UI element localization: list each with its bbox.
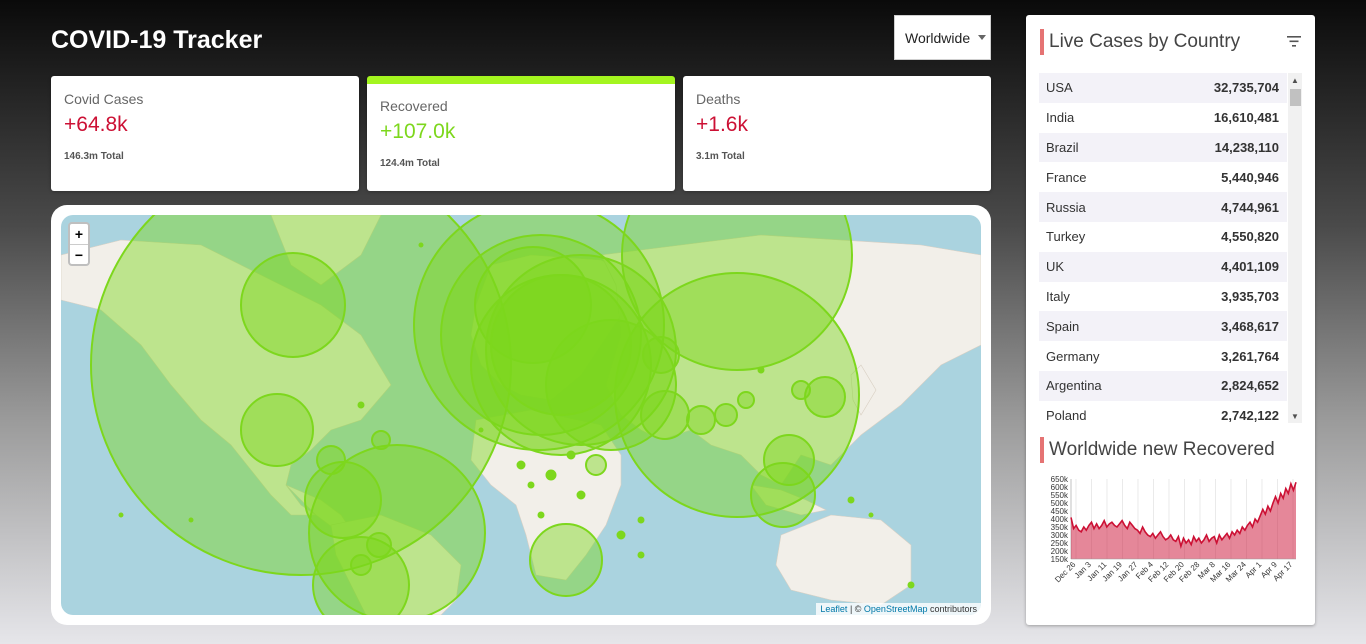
country-name: Germany [1046,348,1100,364]
country-select-value: Worldwide [905,29,971,46]
poland-circle [490,274,632,416]
country-name: France [1046,169,1087,185]
colombia-circle [304,461,382,539]
table-row[interactable]: France 5,440,946 [1039,162,1287,192]
country-cases: 14,238,110 [1214,139,1279,155]
table-row[interactable]: USA 32,735,704 [1039,73,1287,103]
country-name: Brazil [1046,139,1079,155]
live-cases-title: Live Cases by Country [1040,29,1240,55]
cases-card-title: Covid Cases [64,91,144,107]
south-africa-circle [529,523,603,597]
recovered-card-value: +107.0k [380,120,456,143]
cases-card[interactable]: Covid Cases +64.8k 146.3m Total [51,76,359,191]
country-name: Argentina [1046,378,1102,394]
country-cases: 16,610,481 [1213,110,1279,126]
bolivia-circle [350,554,372,576]
ukraine-circle [642,336,680,374]
chile-circle [366,532,392,558]
japan-circle [804,376,846,418]
country-cases: 4,744,961 [1221,199,1279,215]
country-name: USA [1046,80,1073,96]
country-cases: 2,824,652 [1221,378,1279,394]
kenya-circle [585,454,607,476]
table-row[interactable]: Italy 3,935,703 [1039,282,1287,312]
table-rows: USA 32,735,704 India 16,610,481 Brazil 14,238… [1039,73,1287,423]
map-canvas[interactable] [61,215,981,615]
recovered-card-title: Recovered [380,98,448,114]
korea-circle [791,380,811,400]
table-row[interactable]: Poland 2,742,122 [1039,401,1287,423]
scroll-up-icon[interactable]: ▲ [1288,73,1302,87]
recovered-line-chart: 650k600k550k500k450k400k350k300k250k200k… [1051,475,1297,584]
zoom-out-button[interactable]: − [70,244,88,264]
country-name: Italy [1046,288,1070,304]
scroll-down-icon[interactable]: ▼ [1288,409,1302,423]
country-cases: 5,440,946 [1221,169,1279,185]
y-tick-label: 150k [1051,555,1069,564]
country-name: Turkey [1046,229,1086,245]
x-tick-label: Apr 1 [1244,560,1264,580]
cases-card-value: +64.8k [64,113,128,136]
country-name: Russia [1046,199,1086,215]
app-title: COVID-19 Tracker [51,26,263,54]
venezuela-circle [371,430,391,450]
pakistan-circle [686,405,716,435]
attribution-suffix: contributors [927,604,977,614]
worldwide-recovered-title: Worldwide new Recovered [1040,437,1275,463]
cases-circles [90,215,860,615]
table-row[interactable]: Germany 3,261,764 [1039,341,1287,371]
country-cases: 3,261,764 [1221,348,1279,364]
zoom-control: + − [68,222,90,266]
side-panel: Live Cases by Country USA 32,735,704 India… [1026,15,1315,625]
recovered-card[interactable]: Recovered +107.0k 124.4m Total [367,76,675,191]
country-name: UK [1046,259,1065,275]
mexico-circle [240,393,314,467]
table-row[interactable]: Spain 3,468,617 [1039,311,1287,342]
scroll-thumb[interactable] [1289,89,1301,106]
country-cases: 3,935,703 [1221,288,1279,304]
nepal-circle [737,391,755,409]
country-cases: 4,401,109 [1221,259,1279,275]
deaths-card-title: Deaths [696,91,741,107]
table-row[interactable]: India 16,610,481 [1039,103,1287,133]
recovered-card-total: 124.4m Total [380,158,440,169]
attribution-sep: | © [847,604,864,614]
deaths-card-value: +1.6k [696,113,748,136]
country-cases: 32,735,704 [1213,80,1279,96]
map-attribution: Leaflet | © OpenStreetMap contributors [816,603,981,615]
cases-card-total: 146.3m Total [64,151,124,162]
country-cases: 2,742,122 [1221,408,1279,423]
country-name: Spain [1046,318,1080,334]
live-cases-table[interactable]: USA 32,735,704 India 16,610,481 Brazil 14,238… [1039,73,1302,423]
country-name: Poland [1046,408,1087,423]
country-name: India [1046,110,1075,126]
caret-down-icon [978,35,987,40]
country-cases: 4,550,820 [1221,229,1279,245]
table-row[interactable]: Turkey 4,550,820 [1039,222,1287,252]
table-scrollbar[interactable]: ▲ ▼ [1288,73,1302,423]
filter-icon[interactable] [1287,36,1301,47]
country-select[interactable]: Worldwide [894,15,991,60]
world-map[interactable]: + − Leaflet | © OpenStreetMap contributo… [61,215,981,615]
table-row[interactable]: Russia 4,744,961 [1039,192,1287,222]
table-row[interactable]: Brazil 14,238,110 [1039,132,1287,163]
bangladesh-circle [714,403,738,427]
deaths-card[interactable]: Deaths +1.6k 3.1m Total [683,76,991,191]
osm-link[interactable]: OpenStreetMap [864,604,928,614]
map-panel: + − Leaflet | © OpenStreetMap contributo… [51,205,991,625]
deaths-card-total: 3.1m Total [696,151,745,162]
country-cases: 3,468,617 [1221,318,1279,334]
table-row[interactable]: UK 4,401,109 [1039,251,1287,282]
leaflet-link[interactable]: Leaflet [820,604,847,614]
iran-circle [640,390,690,440]
peru-circle [316,445,346,475]
philippines-circle [750,462,816,528]
canada-circle [240,252,346,358]
zoom-in-button[interactable]: + [70,224,88,244]
table-row[interactable]: Argentina 2,824,652 [1039,370,1287,401]
